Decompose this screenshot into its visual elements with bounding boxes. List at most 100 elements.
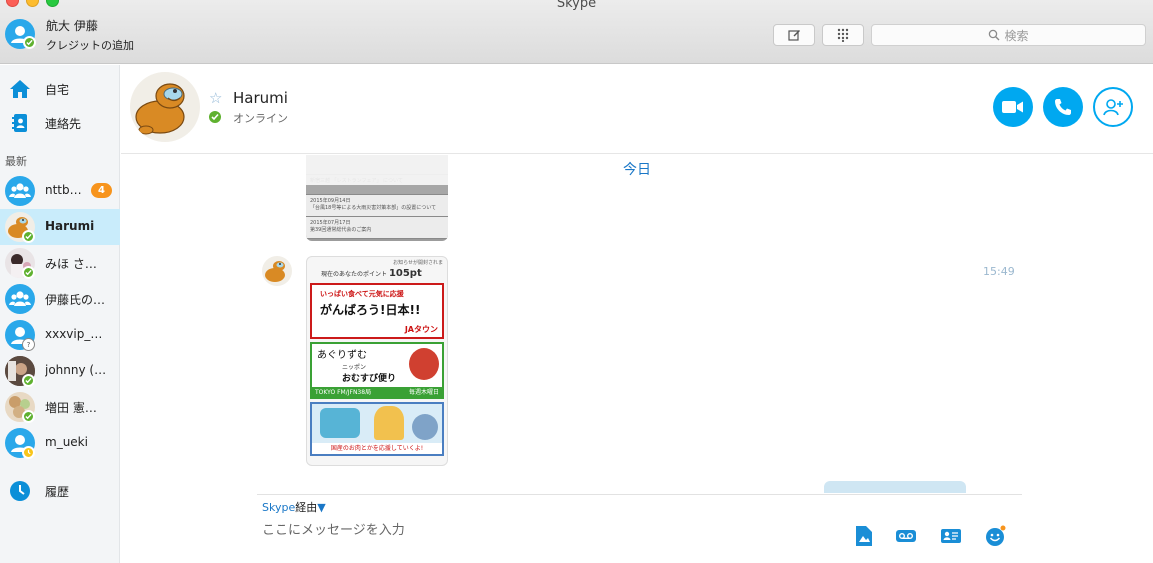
contact-item[interactable]: johnny (… [0,353,120,389]
message-list[interactable]: 今日 新宿三越 「レストランフェア」 について 2015年09月14日 「台風1… [121,155,1153,493]
away-status-icon [22,446,35,459]
recent-section-label: 最新 [5,155,27,168]
audio-call-button[interactable] [1043,87,1083,127]
image-message[interactable]: お知らせが開封されま 現在のあなたのポイント 105pt いっぱい食べて元気に応… [306,256,448,466]
contact-item[interactable]: ? xxxvip_… [0,317,120,353]
points-label: 現在のあなたのポイント [321,271,388,278]
online-status-icon [22,410,35,423]
window-title: Skype [556,0,597,11]
conversation-status: オンライン [233,112,288,125]
vegetables-image [409,348,439,380]
online-status-icon [22,374,35,387]
contact-name: みほ さ… [45,257,97,271]
message-timestamp: 15:49 [983,265,1015,278]
sidebar-item-label: 履歴 [45,484,70,499]
my-avatar[interactable] [5,19,36,49]
dropdown-arrow-icon: ▼ [317,501,326,514]
date-divider: 今日 [121,155,1153,185]
dialpad-icon [837,28,849,42]
character-avatar-icon [265,261,285,282]
search-input[interactable]: 検索 [871,24,1146,46]
my-name[interactable]: 航大 伊藤 [46,17,98,34]
character-image [374,406,404,440]
conversation-header: ☆ Harumi オンライン [121,65,1153,154]
contact-name: xxxvip_… [45,327,103,341]
emoticon-button[interactable] [984,525,1006,547]
message-input[interactable]: ここにメッセージを入力 [262,519,405,538]
contact-name: 増田 憲… [45,401,97,415]
add-people-button[interactable] [1093,87,1133,127]
banner-meat[interactable]: 国産のお肉とかを応援していくよ! [310,402,444,456]
pending-message-bubble [824,481,966,493]
contact-name: 伊藤氏の… [45,293,106,307]
cow-image [412,414,438,440]
image-caption-text: 第39回通常総代会のご案内 [310,227,372,233]
banner-text: いっぱい食べて元気に応援 [320,290,404,298]
conversation-name[interactable]: Harumi [233,89,288,107]
banner-footer-text: 毎週木曜日 [408,389,439,396]
title-bar: Skype 航大 伊藤 クレジットの追加 検索 [0,0,1153,64]
sender-avatar[interactable] [262,256,292,286]
send-contact-button[interactable] [940,525,962,547]
contact-item-selected[interactable]: Harumi [0,209,120,245]
video-call-button[interactable] [993,87,1033,127]
online-status-icon [209,111,221,123]
via-service: Skype [262,501,296,514]
contacts-icon [12,114,27,132]
video-message-icon [896,530,916,542]
online-status-icon [22,266,35,279]
sidebar-item-history[interactable]: 履歴 [0,475,120,507]
contact-card-icon [941,529,961,543]
smiley-icon [986,525,1006,546]
points-line: 現在のあなたのポイント 105pt [307,266,447,283]
my-status-online-icon [23,36,36,49]
sidebar-item-label: 連絡先 [45,116,82,131]
new-message-button[interactable] [773,24,815,46]
favorite-star-icon[interactable]: ☆ [209,89,222,107]
points-value: 105pt [388,268,422,279]
add-person-icon [1103,99,1123,116]
search-icon [989,29,1000,41]
contact-item[interactable]: 増田 憲… [0,389,120,425]
group-icon [9,291,31,306]
character-avatar-icon [135,83,185,135]
sidebar-item-contacts[interactable]: 連絡先 [0,107,120,139]
video-camera-icon [1002,101,1023,113]
group-avatar [5,176,35,206]
dialpad-button[interactable] [822,24,864,46]
sidebar-item-home[interactable]: 自宅 [0,73,120,105]
search-placeholder: 検索 [1004,28,1029,43]
sidebar: 自宅 連絡先 最新 nttb… 4 Harumi みほ さ… 伊藤氏の… ? x… [0,65,120,563]
contact-item[interactable]: nttb… 4 [0,173,120,209]
home-icon [10,80,30,98]
send-image-button[interactable] [853,525,875,547]
send-via-selector[interactable]: Skype経由▼ [262,499,326,515]
unread-badge: 4 [91,183,112,198]
skype-window: Skype 航大 伊藤 クレジットの追加 検索 自宅 連絡先 最新 nttb… … [0,0,1153,563]
image-caption-date: 2015年07月17日 [310,220,351,226]
add-credit-link[interactable]: クレジットの追加 [46,37,134,53]
unknown-status-icon: ? [22,338,35,351]
conversation-avatar[interactable] [130,72,200,142]
contact-name: m_ueki [45,435,88,449]
sidebar-item-label: 自宅 [45,82,70,97]
clock-icon [10,481,30,501]
contact-item[interactable]: 伊藤氏の… [0,281,120,317]
banner-ja-town[interactable]: いっぱい食べて元気に応援 がんばろう!日本!! JAタウン [310,283,444,339]
group-avatar [5,284,35,314]
image-caption-line: 2015年07月17日 第39回通常総代会のご案内 [306,217,448,239]
group-icon [9,183,31,198]
video-message-button[interactable] [895,525,917,547]
contact-item[interactable]: m_ueki [0,425,120,461]
banner-brand: JAタウン [404,325,438,334]
banner-onigiri[interactable]: あぐりずむ ニッポン おむすび便り TOKYO FM/JFN38局 毎週木曜日 [310,342,444,399]
phone-icon [1055,99,1071,115]
image-caption-line: 2015年09月14日 「台風18号等による大雨災害対策本部」の設置について [306,195,448,217]
image-caption-text: 「台風18号等による大雨災害対策本部」の設置について [310,205,437,211]
contact-name: johnny (… [45,363,107,377]
banner-footer-text: TOKYO FM/JFN38局 [315,389,372,396]
image-file-icon [856,526,872,546]
contact-item[interactable]: みほ さ… [0,245,120,281]
compose-icon [788,30,800,41]
banner-text: がんばろう!日本!! [320,303,421,317]
